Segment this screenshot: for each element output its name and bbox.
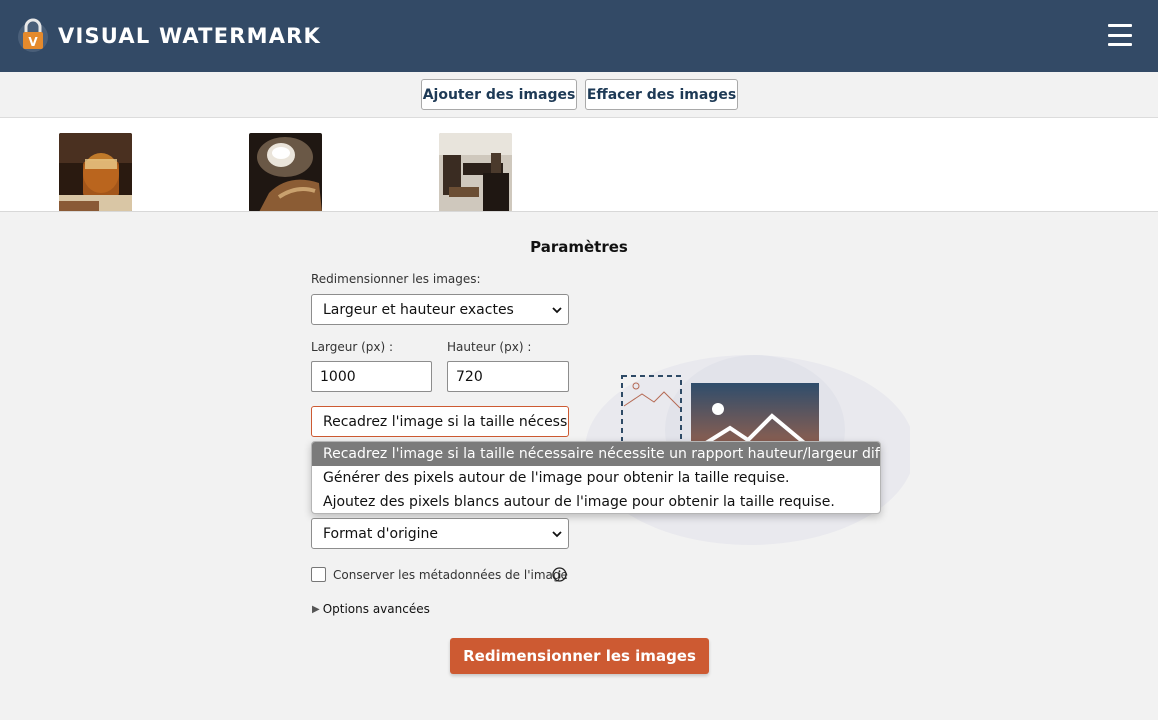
logo-letter: V — [28, 35, 38, 49]
resize-label: Redimensionner les images: — [311, 272, 481, 286]
chevron-down-icon — [552, 531, 562, 538]
thumbnail-coffee-cup[interactable] — [249, 133, 322, 212]
info-icon[interactable] — [552, 567, 567, 582]
crop-option-crop[interactable]: Recadrez l'image si la taille nécessaire… — [312, 442, 880, 466]
settings-title: Paramètres — [530, 238, 628, 256]
brand-name[interactable]: VISUAL WATERMARK — [58, 24, 321, 48]
thumbnail-drink-glass[interactable] — [59, 133, 132, 212]
disclosure-triangle-icon: ▶ — [312, 603, 320, 615]
hamburger-menu-icon[interactable] — [1108, 24, 1132, 46]
chevron-down-icon — [552, 307, 562, 314]
advanced-options-toggle[interactable]: ▶ Options avancées — [312, 602, 430, 616]
resize-images-button[interactable]: Redimensionner les images — [450, 638, 709, 674]
height-input[interactable]: 720 — [447, 361, 569, 392]
image-toolbar: Ajouter des images Effacer des images — [0, 72, 1158, 118]
format-select[interactable]: Format d'origine — [311, 518, 569, 549]
resize-mode-value: Largeur et hauteur exactes — [323, 301, 514, 318]
resize-mode-select[interactable]: Largeur et hauteur exactes — [311, 294, 569, 325]
width-input[interactable]: 1000 — [311, 361, 432, 392]
add-images-button[interactable]: Ajouter des images — [421, 79, 577, 110]
crop-mode-dropdown: Recadrez l'image si la taille nécessaire… — [311, 441, 881, 514]
thumbnail-strip — [0, 118, 1158, 212]
padlock-logo-icon[interactable]: V — [16, 16, 50, 54]
thumbnail-cafe-table[interactable] — [439, 133, 512, 212]
clear-images-button[interactable]: Effacer des images — [585, 79, 738, 110]
top-navbar: V VISUAL WATERMARK — [0, 0, 1158, 72]
metadata-checkbox[interactable] — [311, 567, 326, 582]
crop-mode-value: Recadrez l'image si la taille nécessaire… — [323, 413, 568, 430]
height-label: Hauteur (px) : — [447, 340, 532, 354]
advanced-options-label: Options avancées — [322, 602, 430, 616]
crop-option-generate-pixels[interactable]: Générer des pixels autour de l'image pou… — [312, 466, 880, 490]
width-label: Largeur (px) : — [311, 340, 394, 354]
crop-option-white-pixels[interactable]: Ajoutez des pixels blancs autour de l'im… — [312, 490, 880, 513]
metadata-label: Conserver les métadonnées de l'image — [333, 568, 568, 582]
format-value: Format d'origine — [323, 525, 438, 542]
crop-mode-select[interactable]: Recadrez l'image si la taille nécessaire… — [311, 406, 569, 437]
